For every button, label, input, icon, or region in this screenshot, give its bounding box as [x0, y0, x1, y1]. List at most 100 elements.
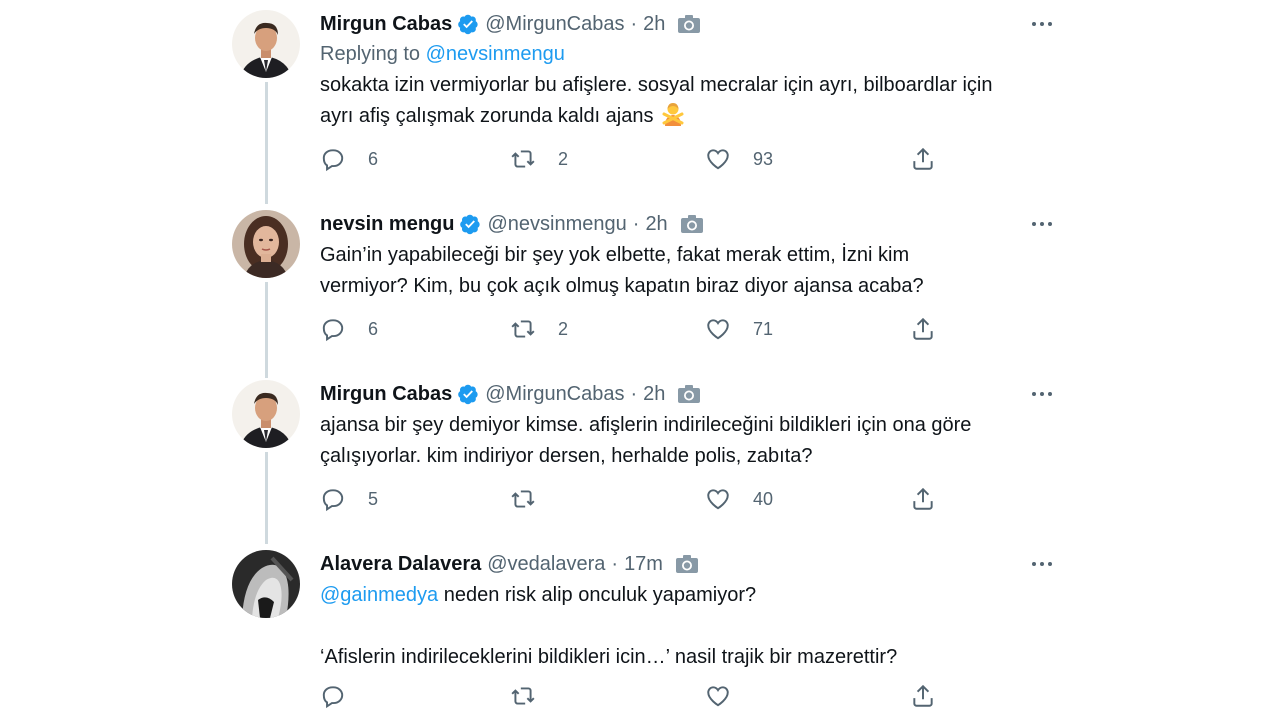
retweet-icon — [511, 320, 535, 338]
more-icon[interactable] — [1030, 382, 1054, 406]
reply-icon — [322, 489, 344, 512]
camera-icon — [680, 215, 703, 233]
retweet-button[interactable]: 2 — [510, 316, 568, 342]
tweet[interactable]: Alavera Dalavera @vedalavera · 17m @gain… — [230, 540, 1060, 720]
reply-count: 6 — [368, 318, 379, 339]
more-icon[interactable] — [1030, 12, 1054, 36]
user-handle[interactable]: @MirgunCabas — [485, 383, 624, 406]
retweet-icon — [511, 490, 535, 508]
tweet-header: Mirgun Cabas @MirgunCabas · 2h — [320, 380, 701, 408]
reply-icon — [322, 686, 344, 709]
retweet-icon — [511, 150, 535, 168]
retweet-count: 2 — [558, 148, 569, 169]
camera-icon — [675, 555, 698, 573]
reply-button[interactable] — [320, 683, 368, 709]
tweet[interactable]: nevsin mengu @nevsinmengu · 2h Gain’in y… — [230, 200, 1060, 370]
separator-dot: · — [630, 382, 638, 405]
display-name[interactable]: Mirgun Cabas — [320, 383, 452, 406]
reply-count: 5 — [368, 488, 379, 509]
tweet-text-line: ‘Afislerin indirileceklerini bildikleri … — [320, 646, 898, 668]
like-button[interactable]: 40 — [705, 486, 773, 512]
timestamp[interactable]: 2h — [645, 213, 667, 236]
user-handle[interactable]: @vedalavera — [487, 553, 605, 576]
reply-button[interactable]: 6 — [320, 146, 378, 172]
verified-badge-icon — [458, 14, 478, 35]
reply-icon — [322, 149, 344, 172]
like-count: 93 — [753, 148, 774, 169]
reply-count: 6 — [368, 148, 379, 169]
separator-dot: · — [611, 552, 619, 575]
tweet-text: ajansa bir şey demiyor kimse. afişlerin … — [320, 410, 1060, 472]
tweet-text: Gain’in yapabileceği bir şey yok elbette… — [320, 240, 1060, 302]
tweet-text-line: @gainmedya neden risk alip onculuk yapam… — [320, 584, 757, 606]
camera-icon — [678, 15, 701, 33]
avatar[interactable] — [232, 550, 300, 618]
timestamp[interactable]: 2h — [643, 383, 665, 406]
reply-icon — [322, 319, 344, 342]
tweet-actions: 6 2 93 — [320, 146, 960, 176]
share-icon — [913, 147, 933, 170]
tweet-text-line: sokakta izin vermiyorlar bu afişlere. so… — [320, 74, 993, 96]
share-icon — [913, 487, 933, 510]
reply-button[interactable]: 6 — [320, 316, 378, 342]
mention-link[interactable]: @nevsinmengu — [426, 43, 565, 65]
replying-to-label: Replying to — [320, 43, 426, 65]
user-handle[interactable]: @nevsinmengu — [487, 213, 626, 236]
separator-dot: · — [630, 12, 638, 35]
camera-icon — [678, 385, 701, 403]
share-button[interactable] — [910, 486, 936, 512]
avatar[interactable] — [232, 210, 300, 278]
retweet-button[interactable] — [510, 683, 558, 709]
user-handle[interactable]: @MirgunCabas — [485, 13, 624, 36]
avatar[interactable] — [232, 10, 300, 78]
replying-to: Replying to @nevsinmengu — [320, 43, 565, 66]
like-icon — [707, 686, 729, 707]
separator-dot: · — [632, 212, 640, 235]
more-icon[interactable] — [1030, 552, 1054, 576]
tweet-actions — [320, 683, 960, 713]
tweet-text-line: ajansa bir şey demiyor kimse. afişlerin … — [320, 414, 972, 436]
like-button[interactable] — [705, 683, 753, 709]
avatar[interactable] — [232, 380, 300, 448]
tweet-text-line: çalışıyorlar. kim indiriyor dersen, herh… — [320, 445, 813, 467]
retweet-icon — [511, 687, 535, 705]
tweet-text-line: Gain’in yapabileceği bir şey yok elbette… — [320, 244, 910, 266]
like-count: 71 — [753, 318, 774, 339]
timestamp[interactable]: 2h — [643, 13, 665, 36]
display-name[interactable]: Alavera Dalavera — [320, 553, 481, 576]
tweet-header: Mirgun Cabas @MirgunCabas · 2h — [320, 10, 701, 38]
tweet[interactable]: Mirgun Cabas @MirgunCabas · 2h Replying … — [230, 0, 1060, 190]
more-icon[interactable] — [1030, 212, 1054, 236]
reply-button[interactable]: 5 — [320, 486, 378, 512]
share-button[interactable] — [910, 683, 936, 709]
like-icon — [707, 149, 729, 170]
like-icon — [707, 319, 729, 340]
tweet-text-line: vermiyor? Kim, bu çok açık olmuş kapatın… — [320, 275, 924, 297]
tweet-text-line: ayrı afiş çalışmak zorunda kaldı ajans — [320, 101, 1060, 132]
tweet-text: sokakta izin vermiyorlar bu afişlere. so… — [320, 70, 1060, 132]
share-icon — [913, 317, 933, 340]
retweet-count: 2 — [558, 318, 569, 339]
like-button[interactable]: 71 — [705, 316, 773, 342]
verified-badge-icon — [458, 384, 478, 405]
retweet-button[interactable] — [510, 486, 558, 512]
timestamp[interactable]: 17m — [624, 553, 663, 576]
tweet-header: nevsin mengu @nevsinmengu · 2h — [320, 210, 704, 238]
share-button[interactable] — [910, 146, 936, 172]
tweet-actions: 6 2 71 — [320, 316, 960, 346]
tweet-text: @gainmedya neden risk alip onculuk yapam… — [320, 580, 1060, 673]
tweet-actions: 5 40 — [320, 486, 960, 516]
display-name[interactable]: Mirgun Cabas — [320, 13, 452, 36]
display-name[interactable]: nevsin mengu — [320, 213, 454, 236]
verified-badge-icon — [460, 214, 481, 235]
share-icon — [913, 684, 933, 707]
tweet-header: Alavera Dalavera @vedalavera · 17m — [320, 550, 699, 578]
retweet-button[interactable]: 2 — [510, 146, 568, 172]
person-gesturing-no-emoji — [662, 103, 683, 126]
like-button[interactable]: 93 — [705, 146, 773, 172]
like-icon — [707, 489, 729, 510]
tweet[interactable]: Mirgun Cabas @MirgunCabas · 2h ajansa bi… — [230, 370, 1060, 540]
share-button[interactable] — [910, 316, 936, 342]
like-count: 40 — [753, 488, 774, 509]
mention-link[interactable]: @gainmedya — [320, 584, 438, 606]
